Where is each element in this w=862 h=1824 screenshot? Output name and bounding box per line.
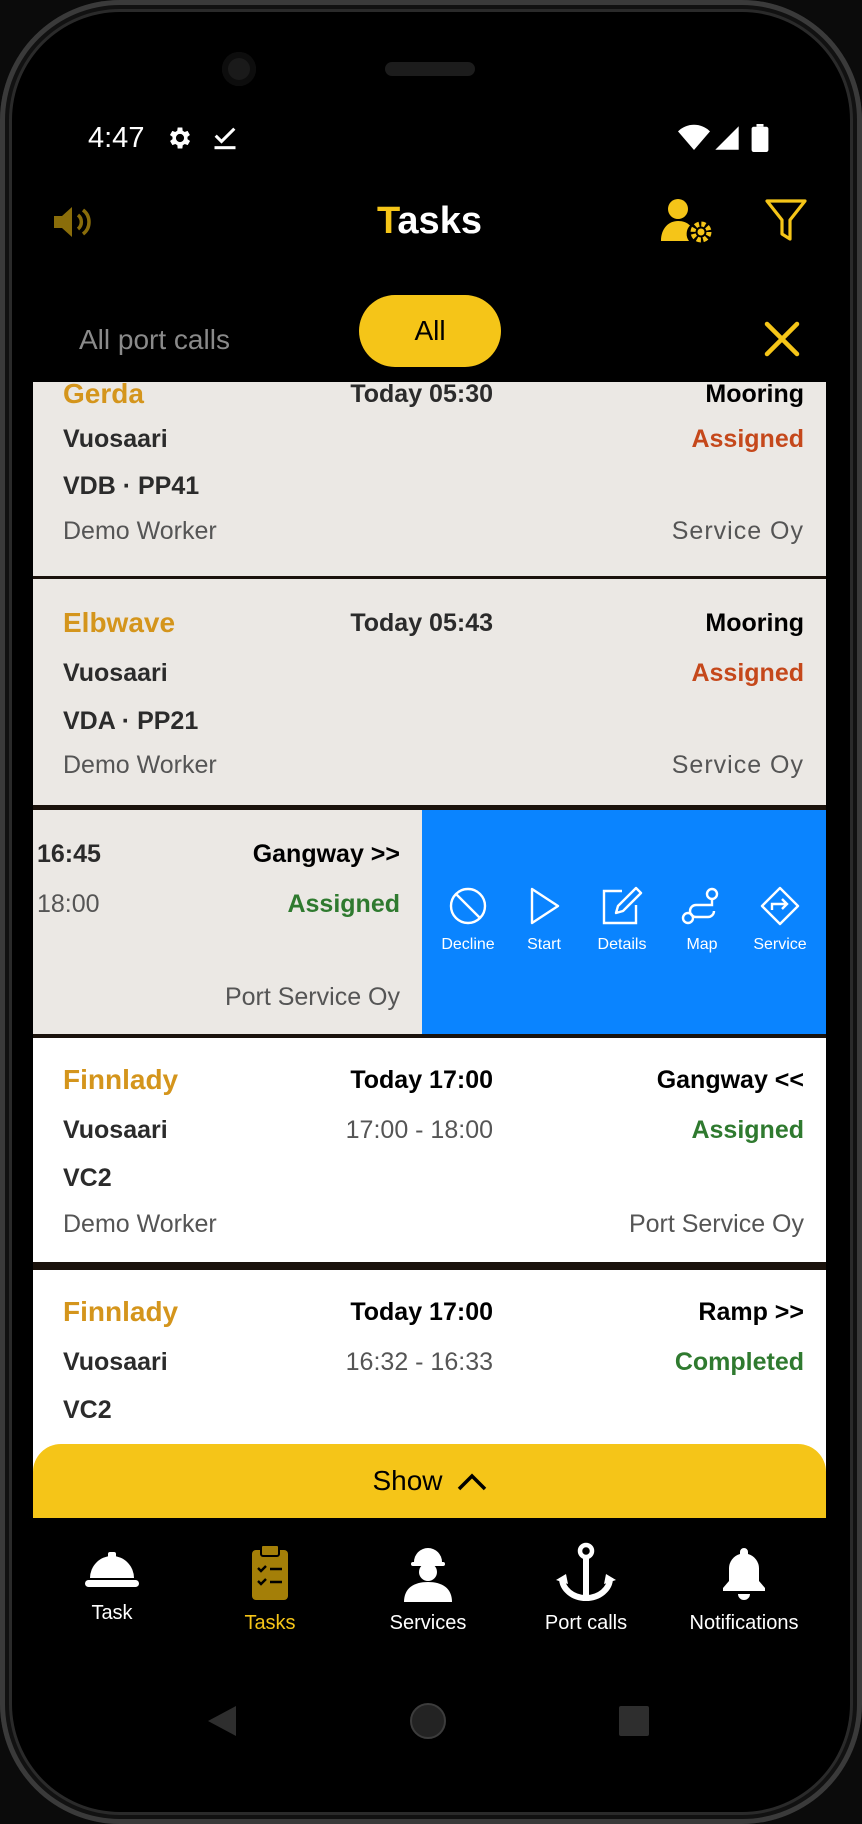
clipboard-checklist-icon: [252, 1544, 288, 1600]
status-time: 4:47: [88, 122, 145, 154]
nav-notifications[interactable]: Notifications: [665, 1542, 823, 1635]
bottom-navigation: Task Tasks Services Port calls Notificat…: [33, 1518, 826, 1658]
cellular-signal-icon: [715, 126, 739, 150]
berth: VC2: [63, 1396, 112, 1424]
front-camera: [222, 52, 256, 86]
edit-icon: [602, 886, 643, 925]
company-name: Service Oy: [671, 517, 804, 545]
app-bar: Tasks: [33, 172, 826, 292]
status-badge: Completed: [674, 1348, 804, 1376]
swiped-card-content[interactable]: 16:45 Gangway >> 18:00 Assigned Port Ser…: [33, 810, 422, 1034]
gear-icon: [169, 127, 191, 149]
anchor-icon: [556, 1542, 616, 1601]
recents-icon[interactable]: [618, 1705, 650, 1737]
task-type: Gangway >>: [252, 840, 400, 868]
port-name: Vuosaari: [63, 425, 168, 453]
nav-services[interactable]: Services: [349, 1542, 507, 1635]
earpiece-speaker: [385, 62, 475, 76]
company-name: Port Service Oy: [224, 983, 400, 1011]
time-range: 16:32 - 16:33: [345, 1348, 493, 1376]
battery-icon: [751, 124, 769, 152]
worker-name: Demo Worker: [63, 517, 217, 545]
wifi-icon: [678, 124, 710, 150]
nav-task[interactable]: Task: [33, 1542, 191, 1625]
company-name: Service Oy: [671, 751, 804, 779]
status-badge: Assigned: [287, 890, 400, 918]
task-card[interactable]: Gerda Today 05:30 Mooring Vuosaari Assig…: [33, 382, 826, 576]
play-icon: [530, 887, 560, 925]
start-button[interactable]: Start: [504, 886, 584, 954]
all-filter-pill[interactable]: All: [359, 295, 501, 367]
chevron-up-icon: [457, 1473, 486, 1491]
worker-name: Demo Worker: [63, 1210, 217, 1238]
swiped-task-card[interactable]: 16:45 Gangway >> 18:00 Assigned Port Ser…: [33, 810, 826, 1034]
hard-hat-icon: [85, 1552, 139, 1587]
status-badge: Assigned: [691, 1116, 804, 1144]
bell-icon: [723, 1548, 765, 1600]
port-name: Vuosaari: [63, 659, 168, 687]
map-button[interactable]: Map: [662, 886, 742, 954]
system-navigation: [33, 1658, 826, 1784]
show-toggle-bar[interactable]: Show: [33, 1444, 826, 1518]
close-icon[interactable]: [763, 320, 801, 358]
decline-button[interactable]: Decline: [428, 886, 508, 954]
swipe-actions: Decline Start Details Map Service: [422, 810, 826, 1034]
details-button[interactable]: Details: [582, 886, 662, 954]
status-badge: Assigned: [691, 425, 804, 453]
task-time: 16:45: [37, 840, 101, 868]
show-label: Show: [372, 1465, 443, 1496]
task-type: Mooring: [705, 609, 804, 637]
checkmark-download-icon: [214, 127, 236, 150]
berth: VDB · PP41: [63, 472, 200, 500]
user-settings-icon[interactable]: [661, 197, 715, 245]
task-time: Today 05:43: [350, 609, 493, 637]
task-list[interactable]: Gerda Today 05:30 Mooring Vuosaari Assig…: [33, 382, 826, 1518]
route-icon: [681, 887, 719, 925]
worker-name: Demo Worker: [63, 751, 217, 779]
task-time: Today 17:00: [350, 1298, 493, 1326]
home-icon[interactable]: [409, 1702, 447, 1740]
task-type: Mooring: [705, 382, 804, 408]
nav-tasks[interactable]: Tasks: [191, 1542, 349, 1635]
task-card[interactable]: Elbwave Today 05:43 Mooring Vuosaari Ass…: [33, 579, 826, 805]
task-type: Ramp >>: [698, 1298, 804, 1326]
screen: 4:47 Tasks All port calls All Gerda Toda…: [33, 108, 826, 1784]
all-port-calls-tab[interactable]: All port calls: [79, 324, 230, 356]
time-range: 17:00 - 18:00: [345, 1116, 493, 1144]
time-range: 18:00: [37, 890, 100, 918]
task-type: Gangway <<: [656, 1066, 804, 1094]
block-icon: [449, 887, 487, 925]
berth: VDA · PP21: [63, 707, 199, 735]
company-name: Port Service Oy: [628, 1210, 804, 1238]
directions-icon: [760, 886, 800, 926]
task-time: Today 05:30: [350, 382, 493, 408]
task-time: Today 17:00: [350, 1066, 493, 1094]
phone-frame: 4:47 Tasks All port calls All Gerda Toda…: [0, 0, 862, 1824]
berth: VC2: [63, 1164, 112, 1192]
filter-funnel-icon[interactable]: [765, 198, 807, 244]
worker-icon: [404, 1548, 452, 1602]
nav-port-calls[interactable]: Port calls: [507, 1542, 665, 1635]
status-bar: 4:47: [33, 108, 826, 172]
back-icon[interactable]: [206, 1704, 238, 1738]
task-card[interactable]: Finnlady Today 17:00 Gangway << Vuosaari…: [33, 1038, 826, 1262]
service-button[interactable]: Service: [740, 886, 820, 954]
status-badge: Assigned: [691, 659, 804, 687]
